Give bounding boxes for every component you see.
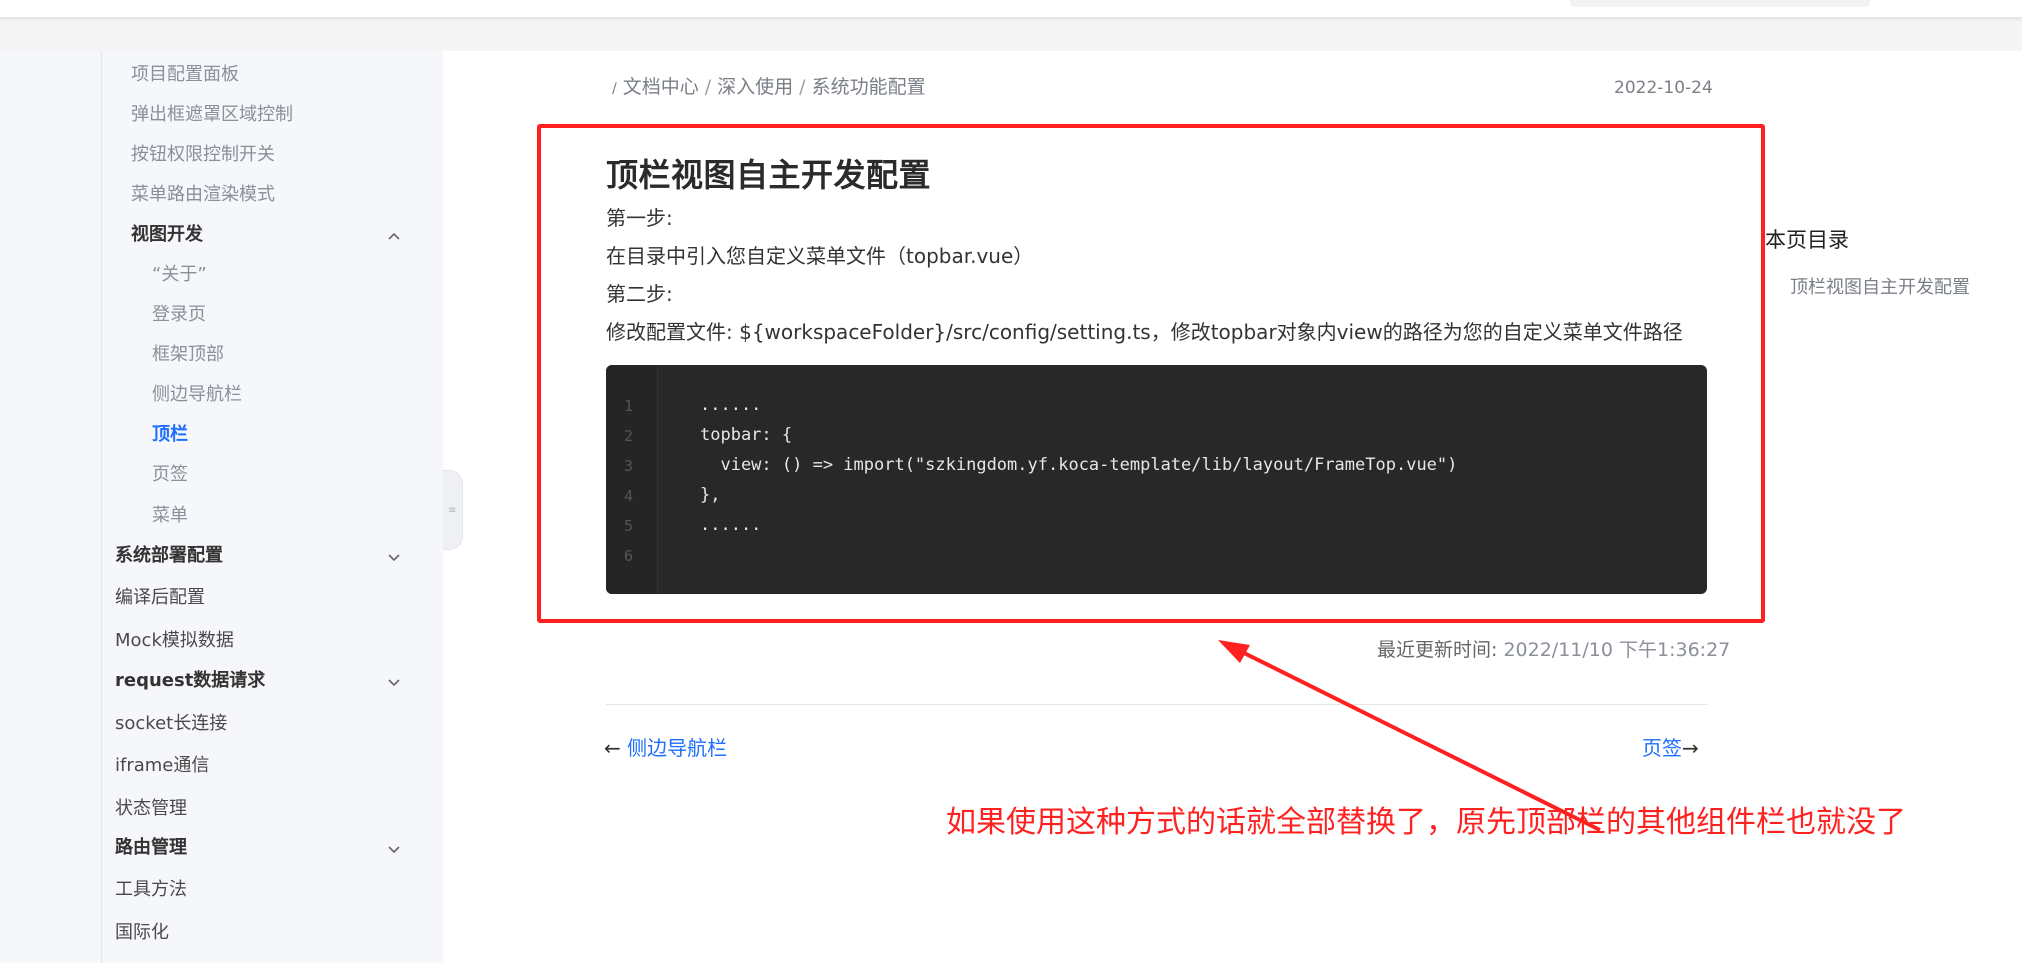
sidebar-group-deploy-config[interactable]: 系统部署配置 (115, 541, 431, 571)
sidebar-group-label: 视图开发 (131, 224, 203, 245)
step2-text: 修改配置文件: ${workspaceFolder}/src/config/se… (606, 320, 1683, 344)
chevron-down-icon (387, 550, 400, 562)
code-line: topbar: { (700, 425, 793, 445)
code-line: ...... (700, 515, 762, 535)
chevron-up-icon (387, 229, 400, 241)
last-updated-value: 2022/11/10 下午1:36:27 (1503, 639, 1731, 661)
toc-title: 本页目录 (1765, 228, 1849, 252)
step2-label: 第二步: (606, 282, 673, 306)
sidebar-item-button-permission-switch[interactable]: 按钮权限控制开关 (131, 140, 275, 170)
header-spacer (0, 18, 2022, 51)
breadcrumb-item[interactable]: 文档中心 (623, 76, 699, 98)
prev-page-label: 侧边导航栏 (627, 736, 728, 760)
sidebar-item-mock-data[interactable]: Mock模拟数据 (115, 626, 234, 656)
sidebar-item-tabs[interactable]: 页签 (152, 460, 188, 490)
code-line: ...... (700, 395, 762, 415)
sidebar-item-i18n[interactable]: 国际化 (115, 918, 169, 948)
sidebar-item-iframe[interactable]: iframe通信 (115, 751, 209, 781)
sidebar-item-utilities[interactable]: 工具方法 (115, 875, 187, 905)
divider (606, 704, 1707, 705)
sidebar-item-socket[interactable]: socket长连接 (115, 709, 227, 739)
breadcrumb-lead: / (612, 81, 617, 97)
page-date: 2022-10-24 (1614, 78, 1713, 98)
arrow-right-icon: → (1682, 736, 1699, 760)
sidebar-item-project-config-panel[interactable]: 项目配置面板 (131, 60, 239, 90)
grip-icon: ≡ (448, 505, 457, 516)
last-updated: 最近更新时间: 2022/11/10 下午1:36:27 (1377, 635, 1730, 662)
breadcrumb-separator: / (704, 76, 712, 98)
next-page-label: 页签 (1642, 736, 1682, 760)
sidebar-item-about[interactable]: “关于” (152, 260, 207, 290)
line-number: 5 (624, 517, 634, 535)
code-line: }, (700, 485, 721, 505)
arrow-left-icon: ← (604, 736, 621, 760)
step1-text: 在目录中引入您自定义菜单文件（topbar.vue） (606, 244, 1034, 268)
line-number: 2 (624, 427, 634, 445)
sidebar-item-frame-top[interactable]: 框架顶部 (152, 340, 224, 370)
line-number: 1 (624, 397, 634, 415)
sidebar-item-post-build-config[interactable]: 编译后配置 (115, 583, 205, 613)
sidebar-group-label: 路由管理 (115, 837, 187, 858)
sidebar-item-menu[interactable]: 菜单 (152, 501, 188, 531)
sidebar-collapse-handle[interactable]: ≡ (443, 470, 463, 550)
sidebar-item-state-management[interactable]: 状态管理 (115, 794, 187, 824)
breadcrumb-item[interactable]: 系统功能配置 (812, 76, 926, 98)
sidebar-group-request[interactable]: request数据请求 (115, 666, 431, 696)
breadcrumb-separator: / (799, 76, 806, 98)
sidebar-nav: 项目配置面板 弹出框遮罩区域控制 按钮权限控制开关 菜单路由渲染模式 视图开发 … (102, 51, 443, 963)
sidebar-group-view-dev[interactable]: 视图开发 (131, 220, 431, 250)
search-box[interactable] (1570, 0, 1870, 7)
sidebar-item-popup-mask-control[interactable]: 弹出框遮罩区域控制 (131, 100, 293, 130)
step1-label: 第一步: (606, 206, 673, 230)
prev-page-link[interactable]: ← 侧边导航栏 (604, 732, 727, 761)
line-number: 6 (624, 547, 634, 565)
annotation-text: 如果使用这种方式的话就全部替换了，原先顶部栏的其他组件栏也就没了 (946, 805, 1906, 840)
sidebar-group-label: 系统部署配置 (115, 545, 223, 566)
sidebar-group-label: request数据请求 (115, 670, 266, 691)
sidebar-item-menu-route-render-mode[interactable]: 菜单路由渲染模式 (131, 180, 275, 210)
code-line: view: () => import("szkingdom.yf.koca-te… (700, 455, 1458, 475)
line-number: 4 (624, 487, 634, 505)
chevron-down-icon (387, 842, 400, 854)
toc-item[interactable]: 顶栏视图自主开发配置 (1790, 273, 1970, 299)
next-page-link[interactable]: 页签→ (1642, 732, 1699, 761)
line-number: 3 (624, 457, 634, 475)
sidebar-rail (0, 51, 102, 963)
sidebar-item-topbar[interactable]: 顶栏 (152, 420, 188, 450)
chevron-down-icon (387, 675, 400, 687)
top-header (0, 0, 2022, 18)
sidebar-item-side-nav[interactable]: 侧边导航栏 (152, 380, 242, 410)
last-updated-label: 最近更新时间: (1377, 639, 1504, 661)
sidebar-item-login-page[interactable]: 登录页 (152, 300, 206, 330)
breadcrumb: / 文档中心 / 深入使用 / 系统功能配置 (612, 72, 926, 99)
code-block: 1 2 3 4 5 6 ...... topbar: { view: () =>… (606, 365, 1707, 594)
breadcrumb-item[interactable]: 深入使用 (717, 76, 793, 98)
sidebar-group-route-management[interactable]: 路由管理 (115, 833, 431, 863)
page-title: 顶栏视图自主开发配置 (606, 156, 932, 194)
